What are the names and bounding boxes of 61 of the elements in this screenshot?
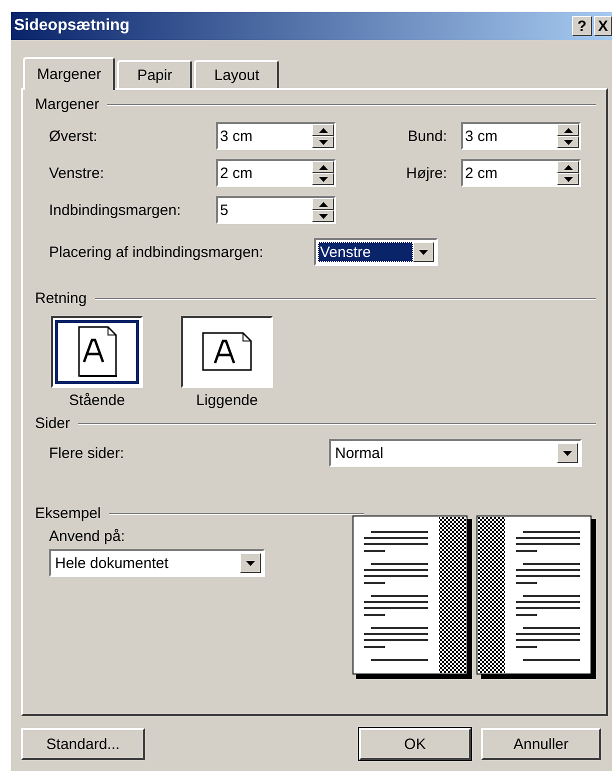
spin-up-button[interactable] <box>557 161 579 173</box>
group-heading: Retning <box>35 290 87 307</box>
tab[interactable]: Papir <box>117 60 192 88</box>
spin-field[interactable]: 3 cm <box>216 122 336 150</box>
dialog-button[interactable]: Annuller <box>481 728 601 760</box>
up-arrow-icon <box>318 164 328 170</box>
group-heading: Margener <box>35 96 100 113</box>
field-label: Flere sider: <box>49 444 126 462</box>
spin-up-button[interactable] <box>557 124 579 136</box>
dialog-button[interactable]: Standard... <box>21 728 145 760</box>
spin-up-button[interactable] <box>312 198 334 210</box>
field-label: Indbindingsmargen: <box>49 202 182 218</box>
down-arrow-icon <box>318 214 328 218</box>
tab[interactable]: Margener <box>23 57 116 90</box>
field-label: Højre: <box>405 164 448 182</box>
group-heading: Eksempel <box>35 505 101 522</box>
spin-up-button[interactable] <box>312 161 334 173</box>
window-title: Sideopsætning <box>14 17 131 35</box>
field-label: Anvend på: <box>48 527 126 547</box>
dropdown-field[interactable]: Venstre <box>314 238 438 266</box>
down-arrow-icon <box>564 140 572 144</box>
field-label: Øverst: <box>49 128 98 144</box>
spin-field[interactable]: 5 <box>216 196 336 224</box>
spin-down-button[interactable] <box>557 136 579 148</box>
up-arrow-icon <box>318 128 328 132</box>
orientation-button[interactable] <box>181 316 273 388</box>
tab[interactable]: Layout <box>194 60 280 88</box>
spin-down-button[interactable] <box>312 173 334 185</box>
caret-icon <box>246 560 255 566</box>
help-button[interactable]: ? <box>572 16 592 36</box>
close-button[interactable]: X <box>594 16 612 36</box>
spin-field[interactable]: 3 cm <box>461 122 581 150</box>
dropdown-field[interactable]: Normal <box>329 439 582 467</box>
spin-up-button[interactable] <box>312 124 334 136</box>
dialog-button[interactable]: OK <box>359 728 471 760</box>
up-arrow-icon <box>318 202 328 206</box>
field-label: Bund: <box>406 128 448 144</box>
orientation-label: Stående <box>69 392 125 409</box>
caret-icon <box>419 250 428 254</box>
dropdown-button[interactable] <box>240 553 261 573</box>
up-arrow-icon <box>564 128 572 132</box>
spin-down-button[interactable] <box>312 210 334 222</box>
up-arrow-icon <box>564 164 572 170</box>
field-label: Placering af indbindingsmargen: <box>49 244 264 260</box>
group-heading: Sider <box>35 415 70 432</box>
portrait-page-icon <box>76 326 118 378</box>
spin-down-button[interactable] <box>312 136 334 148</box>
landscape-page-icon <box>201 332 253 372</box>
dropdown-button[interactable] <box>413 242 434 262</box>
orientation-label: Liggende <box>196 392 258 409</box>
dropdown-button[interactable] <box>557 443 578 463</box>
field-label: Venstre: <box>49 164 106 182</box>
orientation-button[interactable] <box>51 316 143 388</box>
down-arrow-icon <box>318 140 328 144</box>
spin-down-button[interactable] <box>557 173 579 185</box>
caret-icon <box>563 450 572 456</box>
dropdown-field[interactable]: Hele dokumentet <box>49 549 265 577</box>
down-arrow-icon <box>564 176 572 182</box>
spin-field[interactable]: 2 cm <box>461 159 581 187</box>
down-arrow-icon <box>318 176 328 182</box>
spin-field[interactable]: 2 cm <box>216 159 336 187</box>
